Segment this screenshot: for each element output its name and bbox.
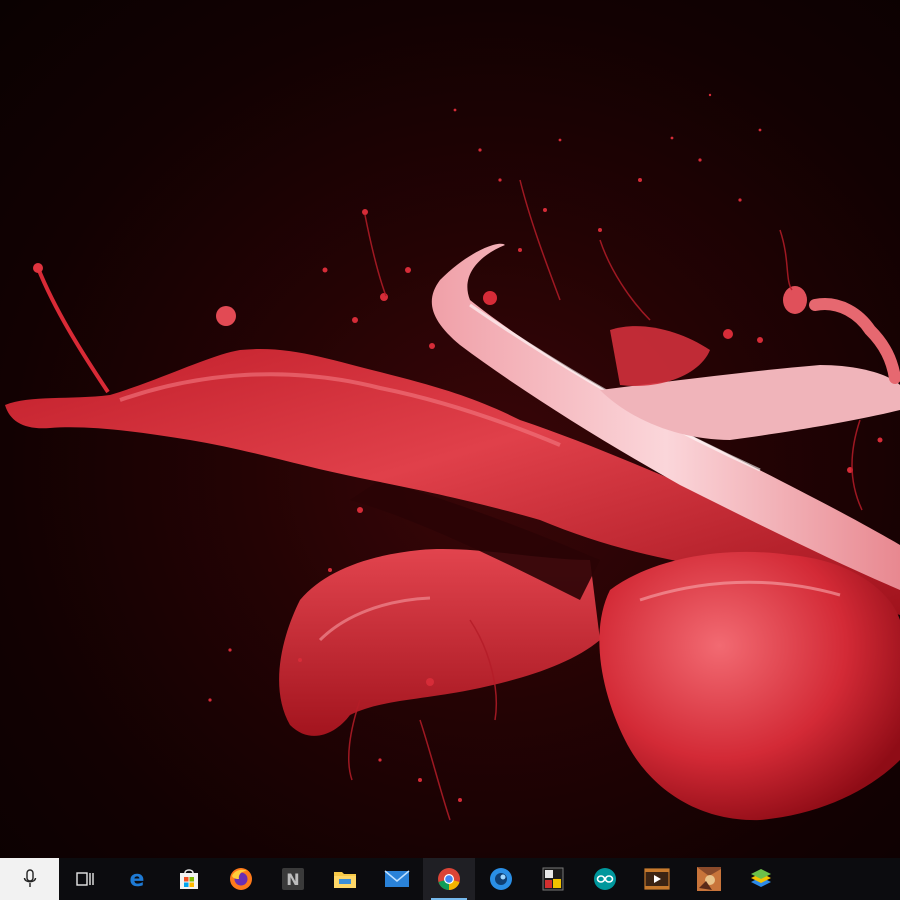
media-player-icon (644, 868, 670, 890)
taskbar-app-mail[interactable] (371, 858, 423, 900)
taskbar-app-blue-circle[interactable] (475, 858, 527, 900)
store-icon (180, 869, 198, 889)
microphone-icon (23, 869, 36, 887)
bluestacks-icon (751, 869, 771, 887)
mail-icon (384, 870, 410, 887)
taskbar-app-ms[interactable] (527, 858, 579, 900)
voice-search-button[interactable] (0, 858, 59, 900)
taskbar-app-file-explorer[interactable] (319, 858, 371, 900)
taskbar-app-bluestacks[interactable] (735, 858, 787, 900)
taskbar-app-game[interactable] (683, 858, 735, 900)
taskbar-app-firefox[interactable] (215, 858, 267, 900)
arduino-icon (594, 868, 616, 890)
taskbar-app-store[interactable] (163, 858, 215, 900)
n-app-icon: N (282, 868, 304, 890)
game-thumbnail-icon (697, 867, 721, 891)
firefox-icon (230, 868, 252, 890)
taskbar: e N (0, 858, 900, 900)
ms-app-icon (542, 867, 564, 891)
task-view-icon (76, 872, 94, 886)
desktop-background (0, 0, 900, 858)
svg-text:e: e (130, 868, 145, 890)
taskbar-app-chrome[interactable] (423, 858, 475, 900)
blue-circle-app-icon (490, 868, 512, 890)
taskbar-app-media-player[interactable] (631, 858, 683, 900)
svg-text:N: N (286, 870, 299, 889)
edge-icon: e (130, 868, 145, 890)
wallpaper-paint-splash (5, 93, 900, 821)
file-explorer-icon (334, 872, 356, 888)
taskbar-app-edge[interactable]: e (111, 858, 163, 900)
task-view-button[interactable] (59, 858, 111, 900)
chrome-icon (438, 868, 460, 890)
taskbar-app-arduino[interactable] (579, 858, 631, 900)
taskbar-app-n[interactable]: N (267, 858, 319, 900)
